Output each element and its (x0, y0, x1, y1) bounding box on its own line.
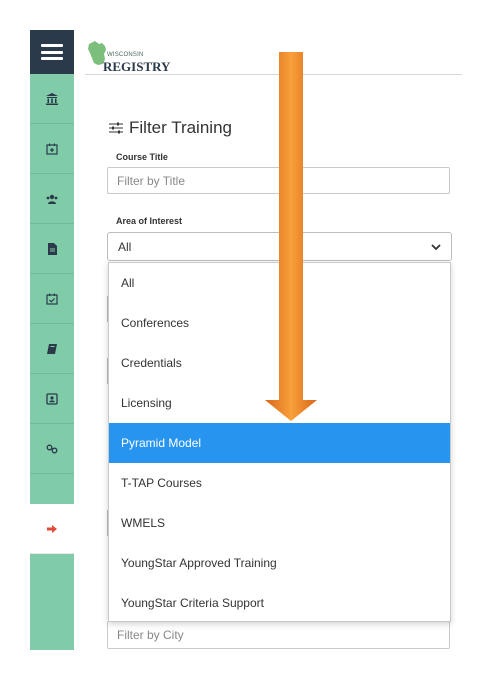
book-icon (47, 343, 57, 354)
city-placeholder: Filter by City (117, 628, 184, 642)
area-of-interest-dropdown: All Conferences Credentials Licensing Py… (108, 262, 451, 622)
sidebar-item-book[interactable] (30, 324, 74, 374)
option-wmels[interactable]: WMELS (109, 503, 450, 543)
area-of-interest-select[interactable]: All (107, 232, 452, 261)
registry-logo[interactable]: WISCONSIN REGISTRY (85, 40, 175, 74)
sidebar-item-calendar-add[interactable] (30, 124, 74, 174)
course-title-placeholder: Filter by Title (117, 173, 186, 188)
sign-out-icon (47, 524, 57, 533)
option-youngstar-approved-training[interactable]: YoungStar Approved Training (109, 543, 450, 583)
sidebar-item-links[interactable] (30, 424, 74, 474)
hamburger-menu-button[interactable] (30, 30, 74, 74)
area-of-interest-label: Area of Interest (116, 216, 183, 226)
course-title-input[interactable]: Filter by Title (107, 167, 450, 194)
option-licensing[interactable]: Licensing (109, 383, 450, 423)
sidebar-item-contact[interactable] (30, 374, 74, 424)
area-selected-value: All (118, 239, 132, 254)
header-divider (85, 74, 462, 75)
course-title-label: Course Title (116, 152, 168, 162)
logo-brand-text: REGISTRY (103, 59, 171, 74)
calendar-plus-icon (46, 143, 58, 155)
sidebar-item-institution[interactable] (30, 74, 74, 124)
institution-icon (46, 92, 58, 105)
sidebar (30, 30, 74, 650)
option-credentials[interactable]: Credentials (109, 343, 450, 383)
hamburger-menu-icon (41, 44, 63, 60)
users-icon (46, 194, 58, 204)
contact-card-icon (46, 392, 58, 405)
sidebar-item-sign-out[interactable] (30, 504, 74, 554)
option-pyramid-model[interactable]: Pyramid Model (109, 423, 450, 463)
filter-title-text: Filter Training (129, 118, 232, 137)
option-youngstar-criteria-support[interactable]: YoungStar Criteria Support (109, 583, 450, 623)
link-icon (46, 444, 58, 453)
document-icon (48, 242, 57, 255)
chevron-down-icon (431, 243, 441, 250)
logo-state-text: WISCONSIN (107, 52, 144, 58)
city-input[interactable]: Filter by City (107, 621, 450, 649)
option-conferences[interactable]: Conferences (109, 303, 450, 343)
filter-panel-title: Filter Training (109, 118, 232, 138)
sidebar-item-users[interactable] (30, 174, 74, 224)
sidebar-item-documents[interactable] (30, 224, 74, 274)
option-all[interactable]: All (109, 263, 450, 303)
option-t-tap-courses[interactable]: T-TAP Courses (109, 463, 450, 503)
calendar-check-icon (46, 293, 58, 305)
sliders-icon (109, 122, 123, 134)
sidebar-item-calendar-check[interactable] (30, 274, 74, 324)
